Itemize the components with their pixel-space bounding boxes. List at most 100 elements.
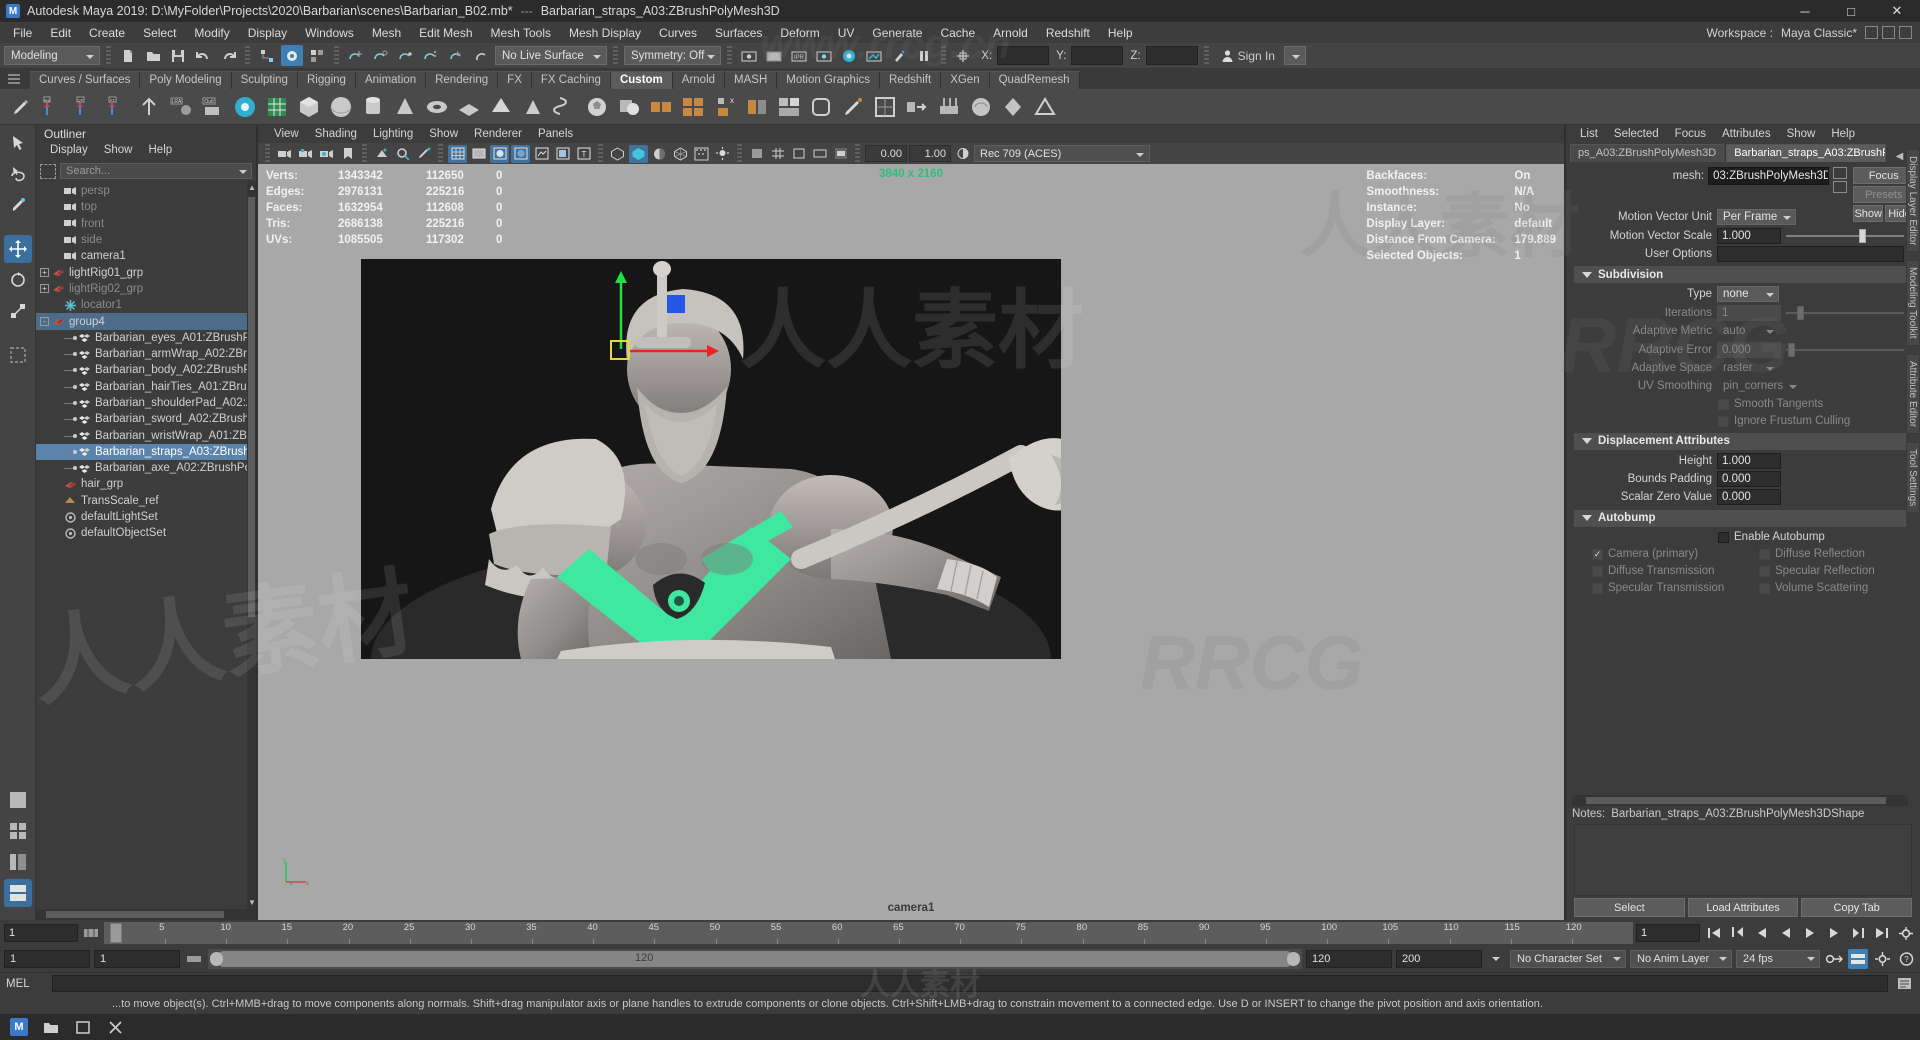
shelf-up-arrow-icon[interactable] xyxy=(134,91,164,122)
auto-key-icon[interactable] xyxy=(1824,949,1844,969)
paint-select-tool-icon[interactable] xyxy=(4,191,32,219)
time-slider[interactable]: 5 10 15 20 25 30 35 40 45 50 55 60 65 70 75 80 85 90 95 100… xyxy=(104,922,1633,944)
layout-columns-icon[interactable] xyxy=(1882,26,1895,39)
ae-menu-focus[interactable]: Focus xyxy=(1667,127,1714,141)
checkbox-icon[interactable] xyxy=(1592,565,1603,577)
shelf-crease-icon[interactable] xyxy=(1030,91,1060,122)
menu-display[interactable]: Display xyxy=(239,24,296,42)
persp-outliner-layout-icon[interactable] xyxy=(4,848,32,876)
range-fill[interactable] xyxy=(216,951,1294,967)
bookmark-icon[interactable] xyxy=(338,145,357,163)
timeslider-menu-icon[interactable] xyxy=(81,923,101,943)
go-to-start-icon[interactable] xyxy=(1703,923,1724,943)
focus-button[interactable]: Focus xyxy=(1853,167,1914,184)
section-caret-icon[interactable] xyxy=(1582,438,1592,445)
attribute-section-header[interactable]: Subdivision xyxy=(1574,266,1906,284)
render-settings-icon[interactable] xyxy=(813,45,835,66)
viewport-toolbar-grip-5[interactable] xyxy=(737,143,742,164)
shelf-outl-icon[interactable]: Outl xyxy=(198,91,228,122)
screen-space-ao-icon[interactable]: T xyxy=(574,145,593,163)
slider-knob[interactable] xyxy=(1788,342,1796,357)
attribute-value-input[interactable]: 1.000 xyxy=(1717,227,1781,244)
absolute-transform-icon[interactable] xyxy=(952,45,974,66)
save-scene-button[interactable] xyxy=(167,45,189,66)
mesh-prev-icon[interactable] xyxy=(1833,167,1848,179)
shelf-extract-icon[interactable]: x xyxy=(710,91,740,122)
exposure-toggle-icon[interactable] xyxy=(671,145,690,163)
notes-textarea[interactable] xyxy=(1574,824,1912,896)
hypershade-icon[interactable] xyxy=(838,45,860,66)
shelf-combine-icon[interactable] xyxy=(646,91,676,122)
lock-camera-icon[interactable] xyxy=(296,145,315,163)
ae-menu-help[interactable]: Help xyxy=(1823,127,1863,141)
menuset-selector[interactable]: Modeling xyxy=(4,46,100,65)
vertical-tab-display-layer-editor[interactable]: Display Layer Editor xyxy=(1906,149,1920,253)
toolbar-grip[interactable] xyxy=(106,45,111,66)
vertical-tab-tool-settings[interactable]: Tool Settings xyxy=(1906,442,1920,514)
outliner-expander-icon[interactable]: - xyxy=(40,317,49,327)
shelf-tab-mash[interactable]: MASH xyxy=(725,71,778,89)
folder-taskbar-icon[interactable] xyxy=(42,1018,60,1036)
ae-menu-selected[interactable]: Selected xyxy=(1606,127,1667,141)
outliner-row[interactable]: persp xyxy=(36,183,256,199)
sign-in-button[interactable]: Sign In xyxy=(1215,46,1281,66)
ae-tab-0[interactable]: ps_A03:ZBrushPolyMesh3D xyxy=(1570,144,1725,162)
shelf-cube-icon[interactable] xyxy=(294,91,324,122)
menu-mesh-display[interactable]: Mesh Display xyxy=(560,24,650,42)
range-end-handle[interactable] xyxy=(1287,952,1300,966)
attribute-dropdown[interactable]: pin_corners xyxy=(1717,378,1802,394)
snap-to-view-plane-button[interactable] xyxy=(445,45,467,66)
lasso-select-tool-icon[interactable] xyxy=(4,160,32,188)
open-scene-button[interactable] xyxy=(142,45,164,66)
ae-menu-attributes[interactable]: Attributes xyxy=(1714,127,1779,141)
gamma-value-field[interactable]: 1.00 xyxy=(909,145,951,162)
gate-mask-icon[interactable] xyxy=(831,145,850,163)
xray-active-components-icon[interactable] xyxy=(650,145,669,163)
outliner-row[interactable]: front xyxy=(36,216,256,232)
outliner-row[interactable]: side xyxy=(36,232,256,248)
last-tool-icon[interactable] xyxy=(4,341,32,369)
mel-label[interactable]: MEL xyxy=(6,978,46,990)
resolution-gate-icon[interactable] xyxy=(810,145,829,163)
grid-toggle-icon[interactable] xyxy=(768,145,787,163)
toolbar-grip-5[interactable] xyxy=(727,45,733,66)
animation-layer-icon[interactable] xyxy=(1848,949,1868,969)
outliner-scroll-down-arrow[interactable]: ▼ xyxy=(248,898,256,907)
attribute-value-input[interactable]: 1 xyxy=(1717,304,1781,321)
checkbox-icon[interactable] xyxy=(1759,582,1770,594)
shelf-bevel-icon[interactable] xyxy=(806,91,836,122)
shaded-icon[interactable] xyxy=(490,144,509,163)
shelf-mirror-icon[interactable] xyxy=(742,91,772,122)
toolbar-grip-6[interactable] xyxy=(941,45,947,66)
range-start-handle[interactable] xyxy=(210,952,223,966)
camera-attributes-icon[interactable] xyxy=(317,145,336,163)
make-live-button[interactable] xyxy=(470,45,492,66)
outliner-row[interactable]: + lightRig02_grp xyxy=(36,281,256,297)
shelf-normals-icon[interactable] xyxy=(934,91,964,122)
shelf-sculpt-brush-icon[interactable] xyxy=(6,91,36,122)
attribute-dropdown[interactable]: Per Frame xyxy=(1717,209,1797,226)
checkbox-icon[interactable] xyxy=(1718,398,1729,410)
checkbox-icon[interactable]: ✓ xyxy=(1592,548,1603,560)
xray-joints-icon[interactable] xyxy=(629,144,648,163)
exposure-value-field[interactable]: 0.00 xyxy=(865,145,907,162)
shelf-tab-redshift[interactable]: Redshift xyxy=(880,71,942,89)
x-coord-input[interactable] xyxy=(997,46,1050,65)
menu-mesh-tools[interactable]: Mesh Tools xyxy=(482,24,560,42)
smooth-shade-all-icon[interactable] xyxy=(469,145,488,163)
viewport-menu-lighting[interactable]: Lighting xyxy=(365,127,421,141)
outliner-scroll-up-arrow[interactable]: ▲ xyxy=(248,183,256,192)
toolbar-grip-3[interactable] xyxy=(334,45,339,66)
outliner-filter-icon[interactable] xyxy=(40,163,56,179)
symmetry-selector[interactable]: Symmetry: Off xyxy=(624,46,722,65)
outliner-hscroll-thumb[interactable] xyxy=(46,911,224,918)
range-options-icon[interactable] xyxy=(1486,949,1506,969)
playback-end-field[interactable]: 200 xyxy=(1396,950,1482,968)
range-grip-icon[interactable] xyxy=(184,949,204,969)
shelf-cylinder-icon[interactable] xyxy=(358,91,388,122)
outliner-row[interactable]: Barbarian_axe_A02:ZBrushPolyMesh xyxy=(36,460,256,476)
ae-menu-show[interactable]: Show xyxy=(1779,127,1824,141)
single-view-layout-icon[interactable] xyxy=(4,786,32,814)
shelf-plane-icon[interactable] xyxy=(454,91,484,122)
toolbar-grip-2[interactable] xyxy=(245,45,250,66)
